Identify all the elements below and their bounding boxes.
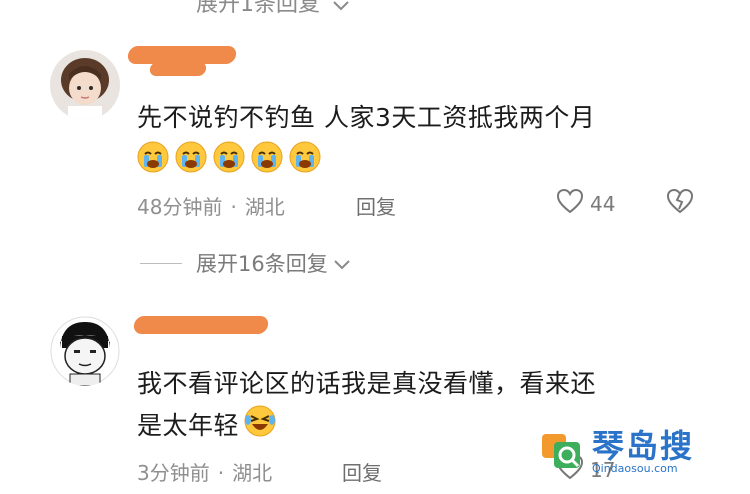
expand-replies-label: 展开1条回复 — [196, 0, 320, 17]
expand-replies[interactable]: 展开16条回复 — [140, 248, 350, 278]
watermark: 琴岛搜 Qindaosou.com — [540, 428, 694, 476]
expand-replies-top[interactable]: 展开1条回复 — [196, 0, 349, 18]
dislike-button[interactable] — [666, 188, 694, 218]
watermark-title: 琴岛搜 — [592, 427, 695, 465]
like-count: 44 — [590, 191, 616, 216]
comment-text-line2-row: 是太年轻 — [137, 404, 277, 444]
heart-icon — [556, 188, 584, 219]
comment-location: 湖北 — [244, 195, 285, 219]
emoji-row — [136, 140, 322, 174]
meta-separator: · — [217, 461, 225, 485]
comment-location: 湖北 — [232, 461, 273, 485]
meta-separator: · — [230, 195, 237, 219]
watermark-text: 琴岛搜 Qindaosou.com — [592, 429, 694, 475]
comment-text-line2: 是太年轻 — [137, 411, 240, 440]
comment-meta: 48分钟前 · 湖北 — [137, 191, 285, 220]
reply-button[interactable]: 回复 — [342, 457, 382, 486]
expand-replies-label: 展开16条回复 — [196, 252, 328, 276]
laughing-crying-icon — [243, 404, 277, 444]
redacted-username-tail — [149, 62, 207, 76]
comment-time: 3分钟前 — [137, 461, 210, 485]
crying-face-icon — [288, 140, 322, 174]
watermark-logo-icon — [540, 428, 584, 476]
chevron-down-icon — [333, 0, 349, 17]
avatar[interactable] — [50, 316, 120, 386]
like-button[interactable]: 44 — [556, 188, 615, 219]
chevron-down-icon — [334, 251, 350, 275]
crying-face-icon — [250, 140, 284, 174]
crying-face-icon — [212, 140, 246, 174]
comment-text-line1: 我不看评论区的话我是真没看懂，看来还 — [137, 369, 597, 398]
avatar[interactable] — [50, 50, 120, 120]
comment-meta: 3分钟前 · 湖北 — [137, 457, 272, 486]
comment-text: 先不说钓不钓鱼 人家3天工资抵我两个月 — [137, 103, 596, 132]
broken-heart-icon — [666, 188, 694, 218]
redacted-username — [132, 316, 270, 334]
crying-face-icon — [174, 140, 208, 174]
reply-button[interactable]: 回复 — [356, 191, 396, 220]
crying-face-icon — [136, 140, 170, 174]
comment-time: 48分钟前 — [137, 195, 223, 219]
expand-divider — [140, 262, 182, 264]
